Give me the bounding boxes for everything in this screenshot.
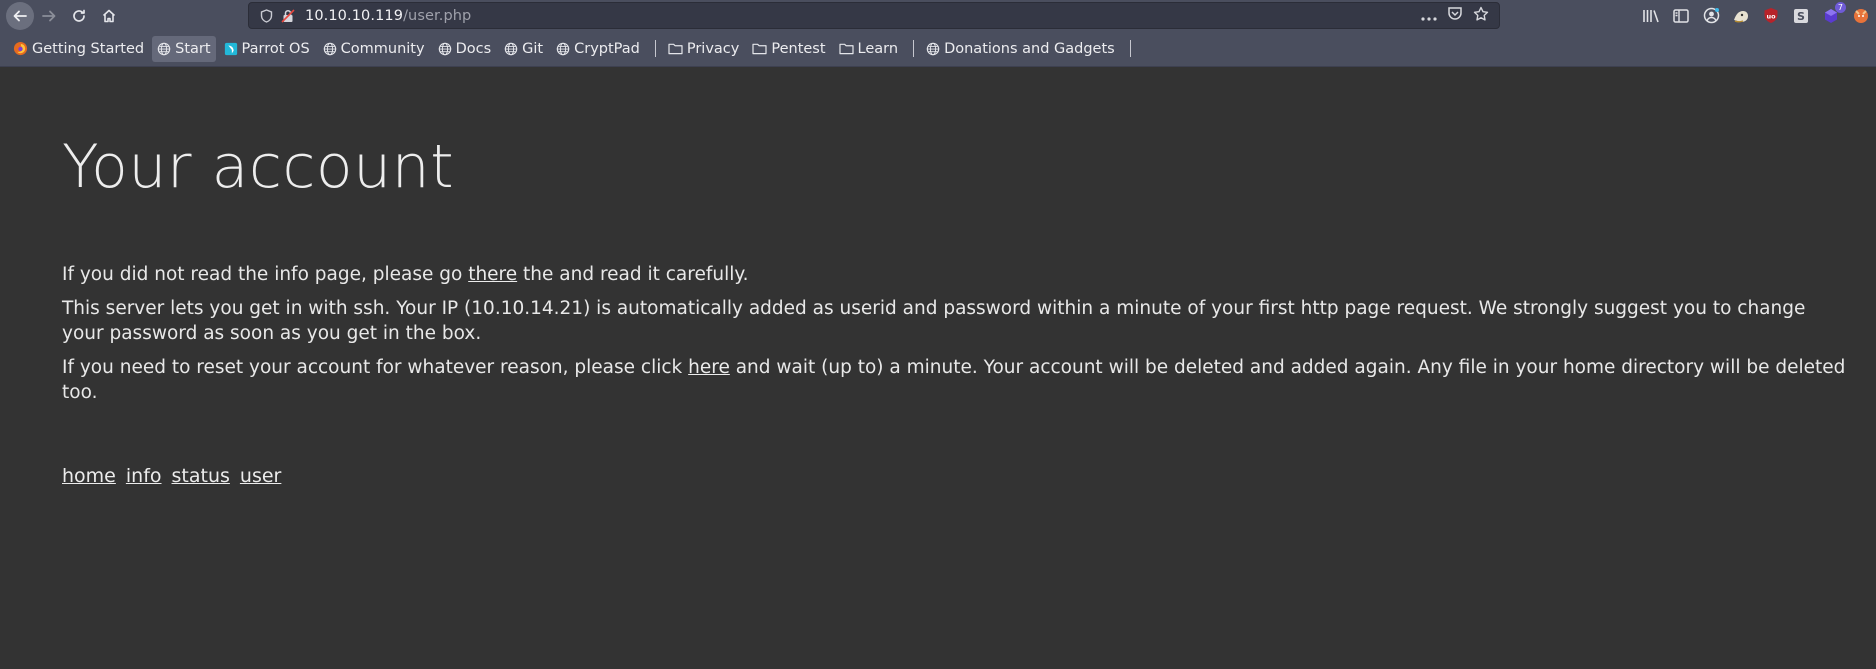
reload-button[interactable] <box>64 1 94 31</box>
bookmark-separator <box>913 40 915 57</box>
bookmark-label: Docs <box>455 40 492 57</box>
ghost-extension-icon[interactable] <box>1730 5 1752 27</box>
bookmark-label: Pentest <box>771 40 826 57</box>
bookmark-getting-started[interactable]: Getting Started <box>8 36 149 62</box>
folder-icon <box>752 43 767 55</box>
extension-badge: 7 <box>1834 1 1846 13</box>
info-text-after: the and read it carefully. <box>517 264 749 285</box>
bookmark-start[interactable]: Start <box>152 35 216 62</box>
bookmark-cryptpad[interactable]: CryptPad <box>551 36 645 62</box>
globe-icon <box>438 42 451 55</box>
globe-icon <box>926 42 940 55</box>
toolbar-extensions: uo S 7 <box>1640 0 1872 31</box>
bookmark-label: Getting Started <box>32 40 145 57</box>
hexagon-extension-icon[interactable]: 7 <box>1820 1 1846 27</box>
nav-link-status[interactable]: status <box>172 465 230 487</box>
bookmark-separator <box>1129 40 1131 57</box>
home-button[interactable] <box>94 1 124 31</box>
pocket-icon[interactable] <box>1447 6 1463 25</box>
insecure-lock-icon[interactable] <box>277 8 299 23</box>
bookmark-docs[interactable]: Docs <box>433 36 497 62</box>
arrow-right-icon <box>42 10 56 21</box>
bookmark-community[interactable]: Community <box>318 36 430 62</box>
bookmark-label: Git <box>522 40 544 57</box>
bookmark-label: Community <box>340 40 425 57</box>
page-actions-icon[interactable] <box>1421 6 1437 25</box>
bookmark-label: Privacy <box>686 40 740 57</box>
bookmark-label: Parrot OS <box>241 40 310 57</box>
svg-text:S: S <box>1797 10 1805 23</box>
globe-icon <box>323 42 336 55</box>
bookmark-label: Donations and Gadgets <box>944 40 1115 57</box>
reset-text-before: If you need to reset your account for wh… <box>62 357 689 378</box>
globe-icon <box>157 42 171 55</box>
svg-text:uo: uo <box>1766 13 1776 21</box>
library-icon[interactable] <box>1640 5 1662 27</box>
folder-icon <box>668 43 683 55</box>
url-host: 10.10.10.119 <box>305 7 404 24</box>
fox-extension-icon[interactable] <box>1850 5 1872 27</box>
browser-toolbar: 10.10.10.119/user.php uo S 7 <box>0 0 1876 31</box>
nav-link-user[interactable]: user <box>240 465 281 487</box>
bookmark-folder-privacy[interactable]: Privacy <box>663 36 745 62</box>
info-text-before: If you did not read the info page, pleas… <box>62 264 469 285</box>
bookmark-git[interactable]: Git <box>499 36 548 62</box>
nav-link-home[interactable]: home <box>62 465 116 487</box>
globe-icon <box>504 42 518 55</box>
back-button[interactable] <box>6 1 34 30</box>
url-text[interactable]: 10.10.10.119/user.php <box>305 8 471 24</box>
info-paragraph: If you did not read the info page, pleas… <box>62 262 1852 287</box>
home-icon <box>102 9 116 22</box>
reload-icon <box>73 9 85 22</box>
reset-paragraph: If you need to reset your account for wh… <box>62 355 1852 405</box>
bookmark-label: Start <box>175 40 211 57</box>
page-title: Your account <box>62 132 455 202</box>
url-path: /user.php <box>403 7 472 24</box>
url-actions <box>1421 6 1499 26</box>
info-page-link[interactable]: there <box>468 264 517 285</box>
sidebar-icon[interactable] <box>1670 5 1692 27</box>
bookmark-label: Learn <box>857 40 899 57</box>
bookmark-donations-and-gadgets[interactable]: Donations and Gadgets <box>921 36 1120 62</box>
folder-icon <box>838 43 854 55</box>
ublock-icon[interactable]: uo <box>1760 5 1782 27</box>
bookmark-parrot-os[interactable]: Parrot OS <box>219 36 315 62</box>
nav-link-info[interactable]: info <box>126 465 162 487</box>
account-icon[interactable] <box>1700 5 1722 27</box>
bookmarks-toolbar: Getting Started Start Parrot OS Communit… <box>0 31 1876 67</box>
s-extension-icon[interactable]: S <box>1790 5 1812 27</box>
ssh-paragraph: This server lets you get in with ssh. Yo… <box>62 298 1806 344</box>
firefox-icon <box>13 41 28 56</box>
forward-button[interactable] <box>34 1 64 31</box>
parrot-icon <box>224 42 237 55</box>
star-bookmark-icon[interactable] <box>1473 6 1489 26</box>
shield-icon[interactable] <box>255 8 277 23</box>
bookmark-separator <box>654 40 656 57</box>
reset-account-link[interactable]: here <box>688 357 730 378</box>
url-bar[interactable]: 10.10.10.119/user.php <box>248 2 1500 29</box>
bookmark-label: CryptPad <box>574 40 640 57</box>
arrow-left-icon <box>13 10 27 21</box>
site-nav: home info status user <box>62 465 1876 487</box>
page-content: Your account If you did not read the inf… <box>0 67 1876 487</box>
globe-icon <box>556 42 570 55</box>
bookmark-folder-pentest[interactable]: Pentest <box>747 36 830 62</box>
bookmark-folder-learn[interactable]: Learn <box>834 36 904 62</box>
